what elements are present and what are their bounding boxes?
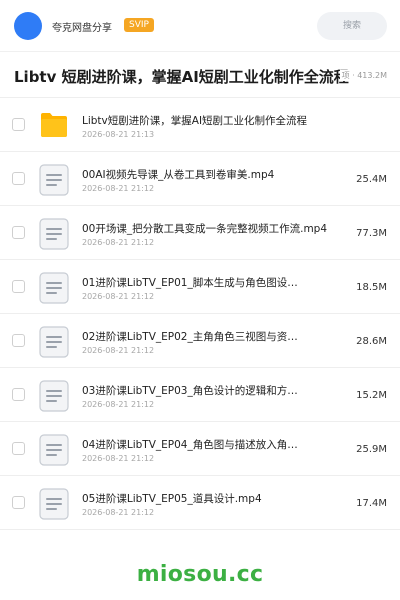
file-row[interactable]: 02进阶课LibTV_EP02_主角角色三视图与资… 2026-08-21 21:… [0,314,400,368]
file-row[interactable]: 00开场课_把分散工具变成一条完整视频工作流.mp4 2026-08-21 21:… [0,206,400,260]
video-file-icon [39,380,69,412]
search-button[interactable]: 搜索 [317,12,387,40]
folder-header: Libtv 短剧进阶课，掌握AI短剧工业化制作全流程 项 · 413.2M [0,52,400,98]
video-file-icon [39,218,69,250]
file-name: 01进阶课LibTV_EP01_脚本生成与角色图设… [82,277,298,289]
file-size: 17.4M [356,498,387,509]
user-name[interactable]: 夸克网盘分享 [52,19,112,34]
file-size: 77.3M [356,228,387,239]
file-size: 18.5M [356,282,387,293]
file-date: 2026-08-21 21:13 [82,130,155,139]
select-checkbox[interactable] [12,118,25,131]
select-checkbox[interactable] [12,226,25,239]
file-row[interactable]: 03进阶课LibTV_EP03_角色设计的逻辑和方… 2026-08-21 21:… [0,368,400,422]
file-name: 02进阶课LibTV_EP02_主角角色三视图与资… [82,331,298,343]
select-checkbox[interactable] [12,334,25,347]
file-row[interactable]: 01进阶课LibTV_EP01_脚本生成与角色图设… 2026-08-21 21:… [0,260,400,314]
select-checkbox[interactable] [12,280,25,293]
file-name: 00开场课_把分散工具变成一条完整视频工作流.mp4 [82,223,328,235]
video-file-icon [39,434,69,466]
watermark: miosou.cc [136,562,264,587]
file-size: 25.9M [356,444,387,455]
video-file-icon [39,164,69,196]
select-checkbox[interactable] [12,496,25,509]
file-date: 2026-08-21 21:12 [82,454,155,463]
file-row[interactable]: 00AI视频先导课_从卷工具到卷审美.mp4 2026-08-21 21:12 25… [0,152,400,206]
file-date: 2026-08-21 21:12 [82,508,155,517]
file-date: 2026-08-21 21:12 [82,292,155,301]
select-checkbox[interactable] [12,388,25,401]
avatar[interactable] [14,12,42,40]
video-file-icon [39,488,69,520]
video-file-icon [39,326,69,358]
file-name: 00AI视频先导课_从卷工具到卷审美.mp4 [82,169,275,181]
file-row[interactable]: 05进阶课LibTV_EP05_道具设计.mp4 2026-08-21 21:12… [0,476,400,530]
page-title: Libtv 短剧进阶课，掌握AI短剧工业化制作全流程 [14,68,349,86]
file-date: 2026-08-21 21:12 [82,400,155,409]
folder-icon [39,110,69,140]
file-date: 2026-08-21 21:12 [82,238,155,247]
file-date: 2026-08-21 21:12 [82,184,155,193]
file-size: 28.6M [356,336,387,347]
file-row[interactable]: Libtv短剧进阶课，掌握AI短剧工业化制作全流程 2026-08-21 21:1… [0,98,400,152]
file-name: 04进阶课LibTV_EP04_角色图与描述放入角… [82,439,298,451]
select-checkbox[interactable] [12,442,25,455]
top-bar: 夸克网盘分享 SVIP 搜索 [0,0,400,52]
video-file-icon [39,272,69,304]
select-checkbox[interactable] [12,172,25,185]
file-name: 05进阶课LibTV_EP05_道具设计.mp4 [82,493,262,505]
file-row[interactable]: 04进阶课LibTV_EP04_角色图与描述放入角… 2026-08-21 21:… [0,422,400,476]
file-name: Libtv短剧进阶课，掌握AI短剧工业化制作全流程 [82,115,308,127]
file-date: 2026-08-21 21:12 [82,346,155,355]
file-list: Libtv短剧进阶课，掌握AI短剧工业化制作全流程 2026-08-21 21:1… [0,98,400,530]
folder-meta: 项 · 413.2M [339,70,387,81]
file-size: 15.2M [356,390,387,401]
file-name: 03进阶课LibTV_EP03_角色设计的逻辑和方… [82,385,298,397]
vip-badge: SVIP [124,18,154,32]
file-size: 25.4M [356,174,387,185]
